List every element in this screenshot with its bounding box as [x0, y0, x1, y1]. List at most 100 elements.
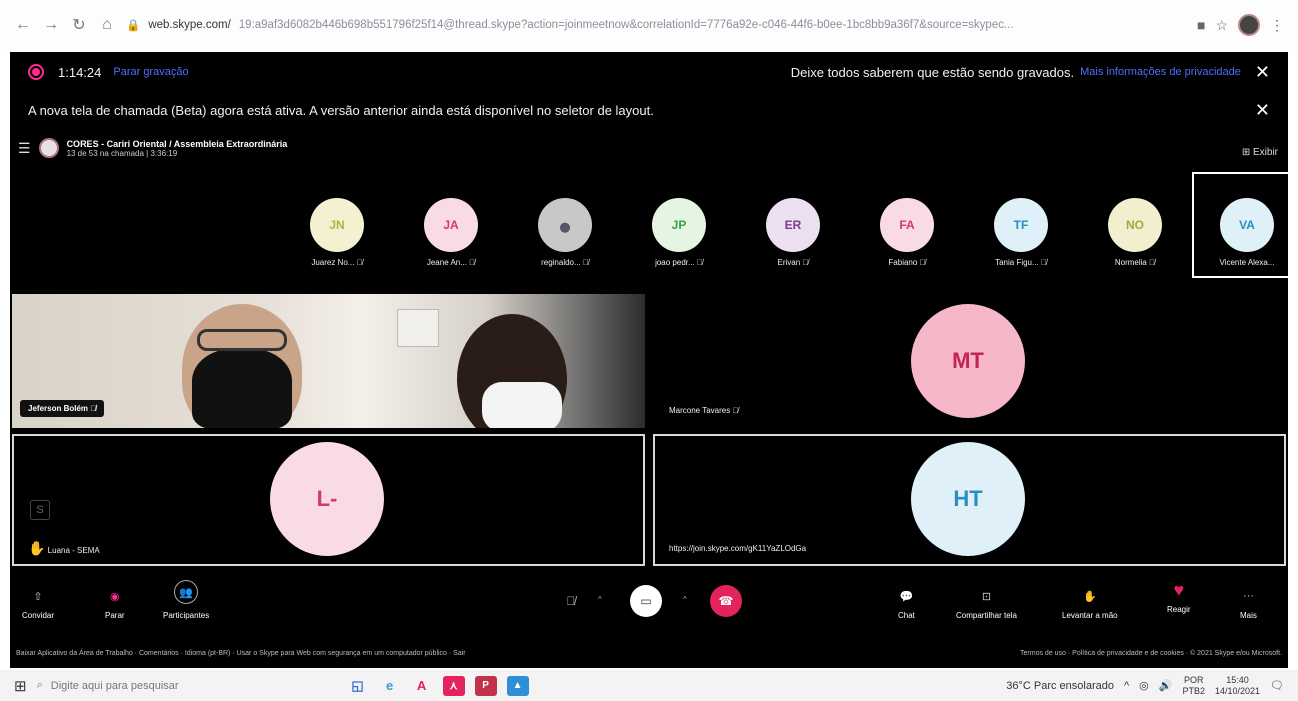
chevron-up-icon[interactable]: ^	[683, 595, 687, 604]
privacy-link[interactable]: Mais informações de privacidade	[1080, 66, 1241, 78]
end-call-button[interactable]: ☎	[710, 585, 742, 617]
heart-icon: ♥	[1173, 579, 1185, 600]
mic-muted-icon: 🎙̸	[582, 258, 589, 267]
chat-icon: 💬	[899, 590, 914, 603]
participant-tile[interactable]: JN Juarez No... 🎙̸	[280, 172, 394, 282]
volume-icon[interactable]: 🔊	[1159, 679, 1173, 692]
video-toggle-button[interactable]: ▭	[630, 585, 662, 617]
recording-timer: 1:14:24	[58, 64, 102, 80]
recording-banner: 1:14:24 Parar gravação Deixe todos saber…	[10, 52, 1288, 92]
participant-panel[interactable]: L- S ✋ Luana - SEMA	[12, 434, 645, 566]
windows-taskbar: ⊞ ⌕ Digite aqui para pesquisar ◱ e A ⋏ P …	[0, 670, 1298, 701]
record-icon: ◉	[109, 590, 120, 603]
system-tray: 36°C Parc ensolarado ^ ◎ 🔊 POR PTB2 15:40…	[1006, 675, 1284, 697]
back-icon[interactable]: ←	[14, 16, 32, 34]
url-host: web.skype.com/	[148, 19, 231, 31]
stop-recording-button[interactable]: ◉ Parar	[105, 588, 125, 621]
group-avatar	[38, 138, 59, 158]
close-icon[interactable]: ✕	[1255, 62, 1270, 83]
menu-icon[interactable]: ☰	[18, 140, 31, 157]
pdf-reader-icon[interactable]: ⋏	[442, 675, 465, 696]
weather-label[interactable]: 36°C Parc ensolarado	[1006, 680, 1114, 692]
participant-tile[interactable]: reginaldo... 🎙̸	[508, 172, 622, 282]
reload-icon[interactable]: ↻	[70, 15, 88, 35]
skype-call-window: 1:14:24 Parar gravação Deixe todos saber…	[10, 52, 1298, 668]
participant-name: joao pedr... 🎙̸	[655, 258, 703, 267]
footer-left-links[interactable]: Baixar Aplicativo da Área de Trabalho · …	[16, 650, 466, 657]
participant-avatar: NO	[1108, 198, 1162, 252]
react-button[interactable]: ♥ Reagir	[1167, 579, 1191, 615]
mic-muted-icon: 🎙̸	[356, 258, 363, 267]
participant-panel[interactable]: HT https://join.skype.com/gK11YaZLOdGa	[653, 434, 1286, 566]
chat-button[interactable]: 💬 Chat	[898, 588, 915, 621]
view-button[interactable]: ⊞ Exibir	[1242, 147, 1278, 158]
participant-name: Tania Figu... 🎙̸	[995, 258, 1047, 267]
address-bar[interactable]: 🔒 web.skype.com/19:a9af3d6082b446b698b55…	[126, 10, 1187, 40]
glasses	[197, 329, 287, 351]
video-name-chip: Jeferson Bolém 🎙̸	[20, 400, 105, 417]
participant-avatar: ER	[766, 198, 820, 252]
participant-tile[interactable]: JP joao pedr... 🎙̸	[622, 172, 736, 282]
forward-icon[interactable]: →	[42, 16, 60, 34]
participant-name: Vicente Alexa...	[1219, 258, 1275, 267]
participant-tile[interactable]: JA Jeane An... 🎙̸	[394, 172, 508, 282]
participant-name: Juarez No... 🎙̸	[311, 258, 363, 267]
call-header: ☰ CORES - Cariri Oriental / Assembleia E…	[18, 138, 287, 158]
clock[interactable]: 15:40 14/10/2021	[1215, 675, 1260, 697]
participant-name: Erivan 🎙̸	[777, 258, 809, 267]
participant-tile-active[interactable]: VA Vicente Alexa...	[1192, 172, 1298, 278]
mic-muted-icon: 🎙̸	[919, 258, 926, 267]
app-a-icon[interactable]: A	[411, 676, 433, 696]
mic-muted-icon: 🎙̸	[732, 406, 739, 415]
face-mask	[192, 349, 292, 428]
invite-button[interactable]: ⇧ Convidar	[22, 588, 54, 621]
participant-name: Fabiano 🎙̸	[888, 258, 926, 267]
edge-browser-icon[interactable]: e	[379, 676, 401, 696]
skype-icon: S	[30, 500, 50, 520]
search-placeholder: Digite aqui para pesquisar	[50, 679, 179, 692]
participant-name: Jeane An... 🎙̸	[426, 258, 476, 267]
taskbar-search[interactable]: ⌕ Digite aqui para pesquisar	[37, 679, 337, 692]
participant-tile[interactable]: TF Tania Figu... 🎙̸	[964, 172, 1078, 282]
taskview-icon[interactable]: ◱	[347, 676, 369, 696]
camera-icon: ▭	[640, 594, 652, 608]
notifications-icon[interactable]: 🗨	[1270, 679, 1284, 692]
profile-avatar[interactable]	[1238, 14, 1260, 36]
url-path: 19:a9af3d6082b446b698b551796f25f14@threa…	[238, 19, 1014, 31]
star-icon[interactable]: ☆	[1215, 17, 1228, 34]
participant-photo	[538, 198, 592, 252]
network-icon[interactable]: ◎	[1139, 679, 1149, 692]
chevron-up-icon[interactable]: ^	[598, 595, 602, 604]
participant-tile[interactable]: ER Erivan 🎙̸	[736, 172, 850, 282]
tray-chevron-icon[interactable]: ^	[1124, 680, 1129, 692]
participants-button[interactable]: 👥 Participantes	[163, 580, 209, 620]
participant-name: Normelia 🎙̸	[1114, 258, 1156, 267]
language-indicator[interactable]: POR PTB2	[1182, 675, 1205, 697]
participant-panel[interactable]: MT Marcone Tavares 🎙̸	[655, 294, 1288, 428]
more-button[interactable]: ··· Mais	[1240, 588, 1257, 620]
participant-tile[interactable]: NO Normelia 🎙̸	[1078, 172, 1192, 282]
wall-sign	[397, 309, 439, 347]
home-icon[interactable]: ⌂	[98, 16, 116, 34]
stop-recording-link[interactable]: Parar gravação	[113, 66, 188, 78]
powerpoint-icon[interactable]: P	[474, 675, 497, 696]
participant-avatar: JN	[310, 198, 364, 252]
photos-icon[interactable]: ▲	[506, 675, 529, 696]
search-icon: ⌕	[36, 679, 43, 691]
share-screen-button[interactable]: ⊡ Compartilhar tela	[956, 588, 1017, 621]
view-label: Exibir	[1252, 147, 1278, 158]
windows-start-icon[interactable]: ⊞	[14, 677, 27, 695]
call-subtitle: 13 de 53 na chamada | 3:36:19	[66, 148, 178, 158]
video-feed: Jeferson Bolém 🎙̸	[12, 294, 645, 428]
camera-blocked-icon[interactable]: ■	[1197, 17, 1205, 33]
mic-off-icon: 🎙̸	[566, 594, 576, 608]
footer-right-links[interactable]: Termos de uso · Política de privacidade …	[1020, 650, 1282, 657]
participant-avatar-large: L-	[270, 442, 384, 556]
mute-mic-button[interactable]: 🎙̸	[555, 585, 587, 617]
menu-kebab-icon[interactable]: ⋮	[1270, 17, 1284, 34]
participant-avatar: VA	[1220, 198, 1274, 252]
participant-tile[interactable]: FA Fabiano 🎙̸	[850, 172, 964, 282]
raise-hand-button[interactable]: ✋ Levantar a mão	[1062, 588, 1118, 621]
close-icon[interactable]: ✕	[1255, 100, 1270, 121]
participant-label: Marcone Tavares 🎙̸	[669, 406, 739, 415]
